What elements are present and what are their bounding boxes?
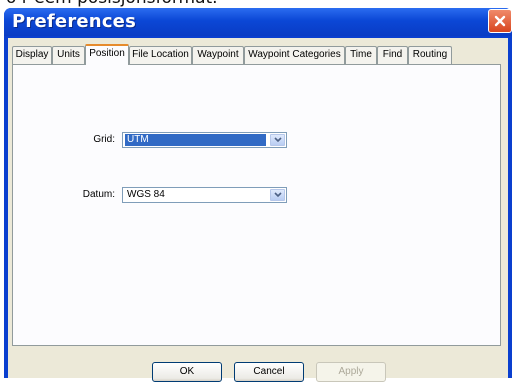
tab-waypoint-categories[interactable]: Waypoint Categories (244, 46, 345, 64)
position-tab-panel: Grid: UTM Datum: WGS 84 (12, 64, 501, 346)
datum-label: Datum: (82, 189, 115, 200)
ok-button[interactable]: OK (152, 362, 222, 382)
tab-routing[interactable]: Routing (408, 46, 452, 64)
tab-time[interactable]: Time (345, 46, 377, 64)
dialog-client-area: Display Units Position File Location Way… (8, 38, 508, 382)
grid-label: Grid: (93, 134, 115, 145)
grid-dropdown-button[interactable] (270, 134, 285, 146)
tab-position[interactable]: Position (85, 44, 129, 65)
preferences-dialog: Preferences Display Units Position File … (4, 8, 512, 382)
tab-waypoint[interactable]: Waypoint (192, 46, 244, 64)
tab-units[interactable]: Units (52, 46, 85, 64)
datum-dropdown-button[interactable] (270, 189, 285, 201)
close-icon (494, 15, 506, 27)
background-caption: o r eem posisjonsformat. (0, 0, 512, 8)
chevron-down-icon (273, 137, 282, 143)
grid-select-value: UTM (125, 134, 266, 146)
grid-select[interactable]: UTM (122, 132, 287, 148)
chevron-down-icon (273, 192, 282, 198)
apply-button[interactable]: Apply (316, 362, 386, 382)
tab-find[interactable]: Find (377, 46, 408, 64)
tab-file-location[interactable]: File Location (129, 46, 192, 64)
title-bar[interactable]: Preferences (4, 8, 512, 36)
datum-select[interactable]: WGS 84 (122, 187, 287, 203)
window-title: Preferences (12, 11, 137, 32)
tab-display[interactable]: Display (12, 46, 52, 64)
datum-select-value: WGS 84 (127, 189, 165, 200)
cancel-button[interactable]: Cancel (234, 362, 304, 382)
close-button[interactable] (488, 9, 512, 33)
